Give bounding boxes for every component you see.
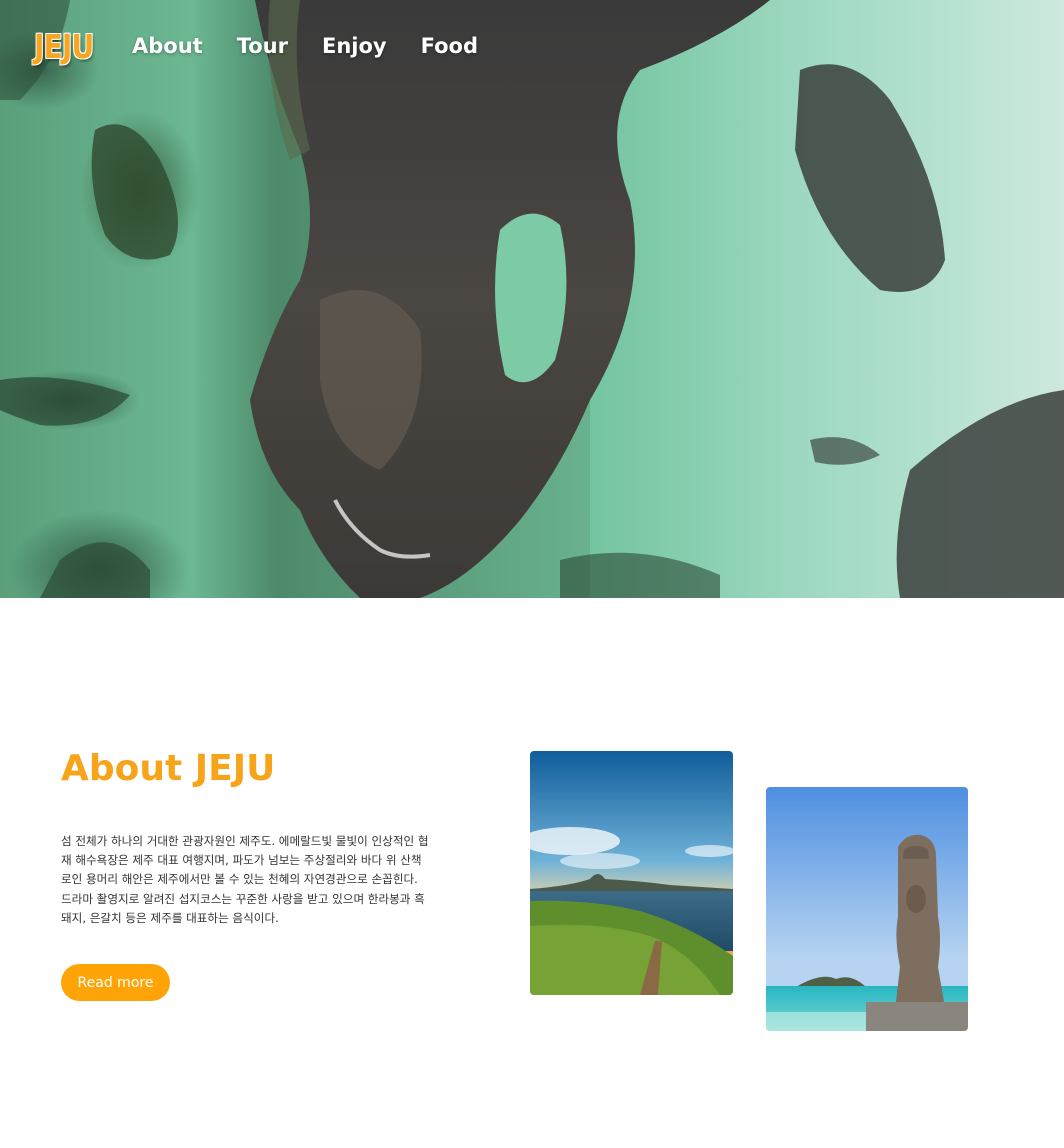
about-title: About JEJU: [61, 748, 276, 789]
nav-link-about[interactable]: About: [132, 34, 203, 58]
stone-statue-photo: [766, 787, 968, 1031]
read-more-button[interactable]: Read more: [61, 964, 170, 1001]
top-nav: JEJU About Tour Enjoy Food: [34, 26, 492, 66]
jeju-logo[interactable]: JEJU: [34, 27, 100, 66]
about-description: 섬 전체가 하나의 거대한 관광자원인 제주도. 에메랄드빛 물빛이 인상적인 …: [61, 834, 429, 925]
nav-link-tour[interactable]: Tour: [237, 34, 288, 58]
aerial-coast-image: [0, 0, 1064, 598]
nav-link-enjoy[interactable]: Enjoy: [322, 34, 387, 58]
nav-link-food[interactable]: Food: [421, 34, 478, 58]
hero-banner: JEJU About Tour Enjoy Food: [0, 0, 1064, 598]
coast-trail-photo: [530, 751, 733, 995]
